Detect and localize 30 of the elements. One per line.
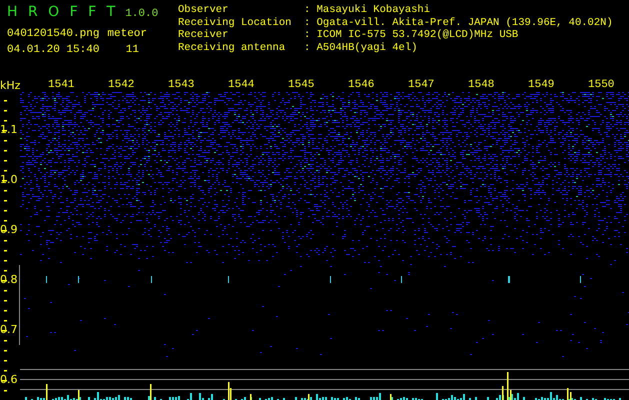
info-value: : Ogata-vill. Akita-Pref. JAPAN (139.96E, 40.02N) bbox=[304, 16, 613, 29]
info-label: Observer bbox=[178, 4, 230, 16]
file-name: 0401201540.png bbox=[7, 28, 100, 40]
info-value: : A504HB(yagi 4el) bbox=[304, 42, 418, 54]
time-axis-label: 1546 bbox=[348, 79, 376, 91]
time-axis-label: 1550 bbox=[588, 79, 616, 91]
info-label: Receiver bbox=[178, 29, 230, 42]
unit-label: kHz bbox=[0, 78, 22, 92]
app-version: 1.0.0 bbox=[125, 8, 158, 20]
time-axis-label: 1547 bbox=[408, 79, 436, 91]
frequency-axis-label: 0.7 bbox=[0, 323, 18, 338]
time-axis-label: 1545 bbox=[288, 79, 316, 91]
info-label: Receiving Location bbox=[178, 16, 292, 29]
frequency-axis-label: 0.8 bbox=[0, 273, 18, 288]
meteor-count: 11 bbox=[126, 44, 140, 56]
time-axis-label: 1548 bbox=[468, 79, 496, 91]
info-value: : ICOM IC-575 53.7492(@LCD)MHz USB bbox=[304, 29, 518, 42]
frequency-axis-label: 0.9 bbox=[0, 223, 18, 238]
timestamp: 04.01.20 15:40 bbox=[7, 44, 100, 56]
time-axis-label: 1541 bbox=[48, 79, 76, 91]
time-axis-label: 1543 bbox=[168, 79, 196, 91]
time-axis-label: 1544 bbox=[228, 79, 256, 91]
frequency-axis-label: 1.0 bbox=[0, 173, 18, 188]
frequency-axis-label: 0.6 bbox=[0, 373, 18, 388]
time-axis-label: 1542 bbox=[108, 79, 136, 91]
info-value: : Masayuki Kobayashi bbox=[304, 4, 430, 16]
time-axis-label: 1549 bbox=[528, 79, 556, 91]
meteor-label: meteor bbox=[107, 28, 147, 40]
info-label: Receiving antenna bbox=[178, 42, 286, 54]
app-name: H R O F F T bbox=[7, 4, 116, 20]
